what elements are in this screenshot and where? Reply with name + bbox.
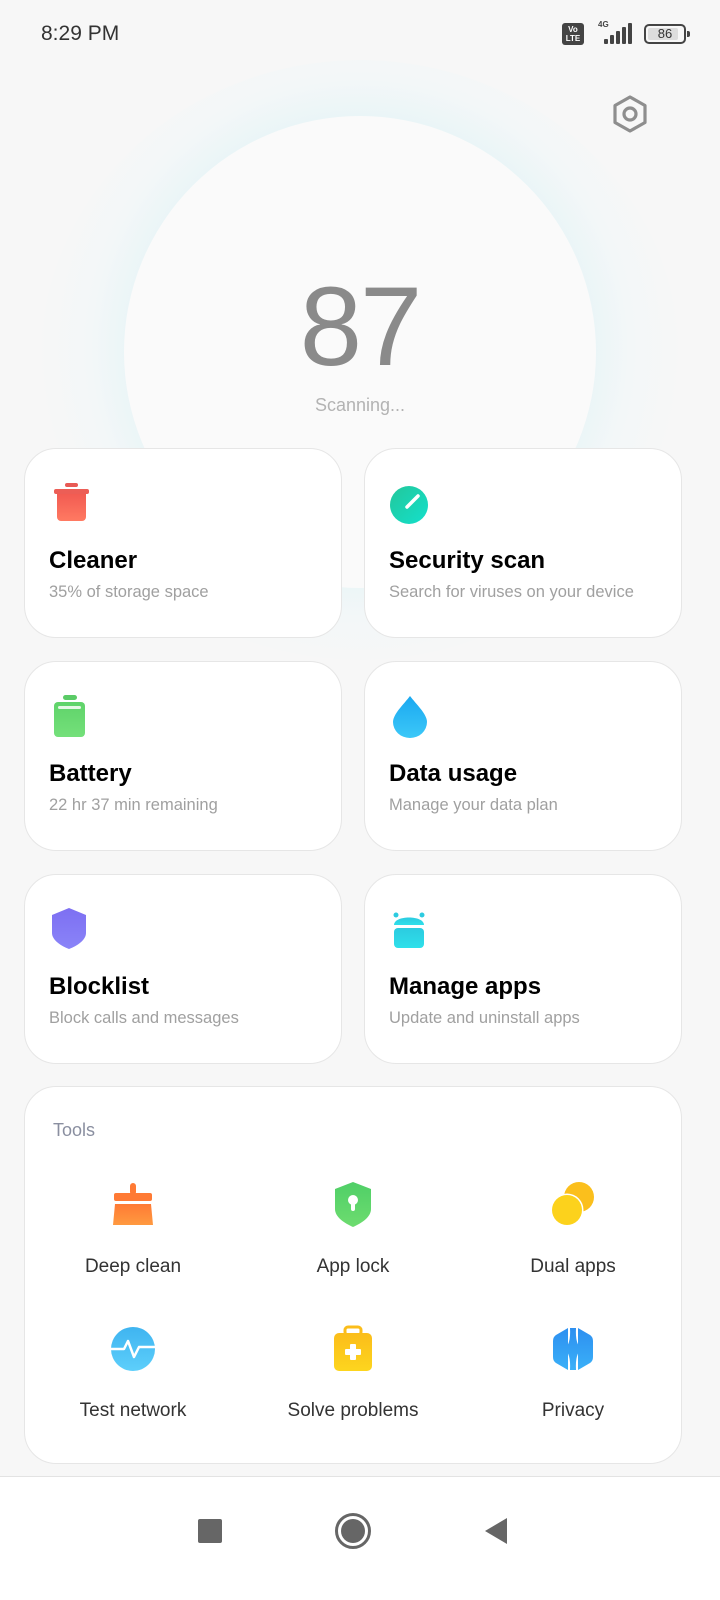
tool-app-lock[interactable]: App lock: [253, 1181, 453, 1291]
brush-icon: [113, 1183, 153, 1225]
card-security-scan[interactable]: Security scan Search for viruses on your…: [364, 448, 682, 638]
tool-test-network[interactable]: Test network: [33, 1325, 233, 1435]
status-bar: 8:29 PM Vo LTE 4G 86: [0, 0, 720, 70]
tools-heading: Tools: [53, 1120, 96, 1140]
tool-label: Privacy: [541, 1400, 605, 1421]
card-manage-apps[interactable]: Manage apps Update and uninstall apps: [364, 874, 682, 1064]
first-aid-kit-icon: [334, 1325, 372, 1371]
network-type: 4G: [598, 20, 609, 29]
volte-icon: Vo LTE: [562, 23, 584, 45]
network-pulse-icon: [111, 1327, 155, 1371]
scan-status: Scanning...: [314, 395, 406, 415]
settings-button[interactable]: [606, 90, 654, 138]
recents-square-icon: [198, 1519, 222, 1543]
shield-icon: [52, 908, 86, 949]
tool-deep-clean[interactable]: Deep clean: [33, 1181, 233, 1291]
signal-icon: 4G: [594, 20, 634, 46]
card-title: Cleaner: [49, 547, 138, 574]
water-drop-icon: [393, 696, 427, 738]
card-data-usage[interactable]: Data usage Manage your data plan: [364, 661, 682, 851]
tool-label: Test network: [79, 1400, 187, 1421]
tool-label: Dual apps: [530, 1256, 616, 1277]
card-subtitle: 22 hr 37 min remaining: [49, 796, 218, 814]
card-cleaner[interactable]: Cleaner 35% of storage space: [24, 448, 342, 638]
card-subtitle: Update and uninstall apps: [389, 1009, 580, 1027]
back-triangle-icon: [485, 1518, 507, 1544]
privacy-hexagon-icon: [553, 1328, 593, 1370]
dual-circles-icon: [551, 1182, 594, 1227]
android-icon: [393, 912, 425, 948]
card-title: Blocklist: [49, 973, 150, 1000]
battery-card-icon: [54, 695, 85, 737]
card-subtitle: Block calls and messages: [49, 1009, 239, 1027]
status-time: 8:29 PM: [41, 22, 120, 45]
trash-icon: [54, 483, 89, 521]
tool-label: Deep clean: [84, 1256, 182, 1277]
tool-privacy[interactable]: Privacy: [473, 1325, 673, 1435]
battery-level: 86: [657, 26, 673, 41]
home-circle-icon: [335, 1513, 371, 1549]
settings-hexagon-icon: [613, 95, 647, 133]
back-button[interactable]: [468, 1503, 524, 1559]
recents-button[interactable]: [182, 1503, 238, 1559]
card-subtitle: Manage your data plan: [389, 796, 558, 814]
battery-icon: 86: [644, 24, 690, 44]
home-button[interactable]: [325, 1503, 381, 1559]
tool-label: Solve problems: [287, 1400, 419, 1421]
card-title: Battery: [49, 760, 132, 787]
card-title: Manage apps: [389, 973, 542, 1000]
card-title: Security scan: [389, 547, 546, 574]
tool-label: App lock: [316, 1256, 390, 1277]
tool-solve-problems[interactable]: Solve problems: [253, 1325, 453, 1435]
tools-panel: Tools Deep clean App lock Dual apps Test…: [24, 1086, 682, 1464]
security-gauge-icon: [390, 486, 428, 524]
card-blocklist[interactable]: Blocklist Block calls and messages: [24, 874, 342, 1064]
card-title: Data usage: [389, 760, 518, 787]
card-battery[interactable]: Battery 22 hr 37 min remaining: [24, 661, 342, 851]
lock-shield-icon: [335, 1182, 371, 1227]
tool-dual-apps[interactable]: Dual apps: [473, 1181, 673, 1291]
card-subtitle: Search for viruses on your device: [389, 583, 634, 601]
card-subtitle: 35% of storage space: [49, 583, 209, 601]
navigation-bar: [0, 1476, 720, 1600]
security-score: 87: [299, 264, 423, 389]
